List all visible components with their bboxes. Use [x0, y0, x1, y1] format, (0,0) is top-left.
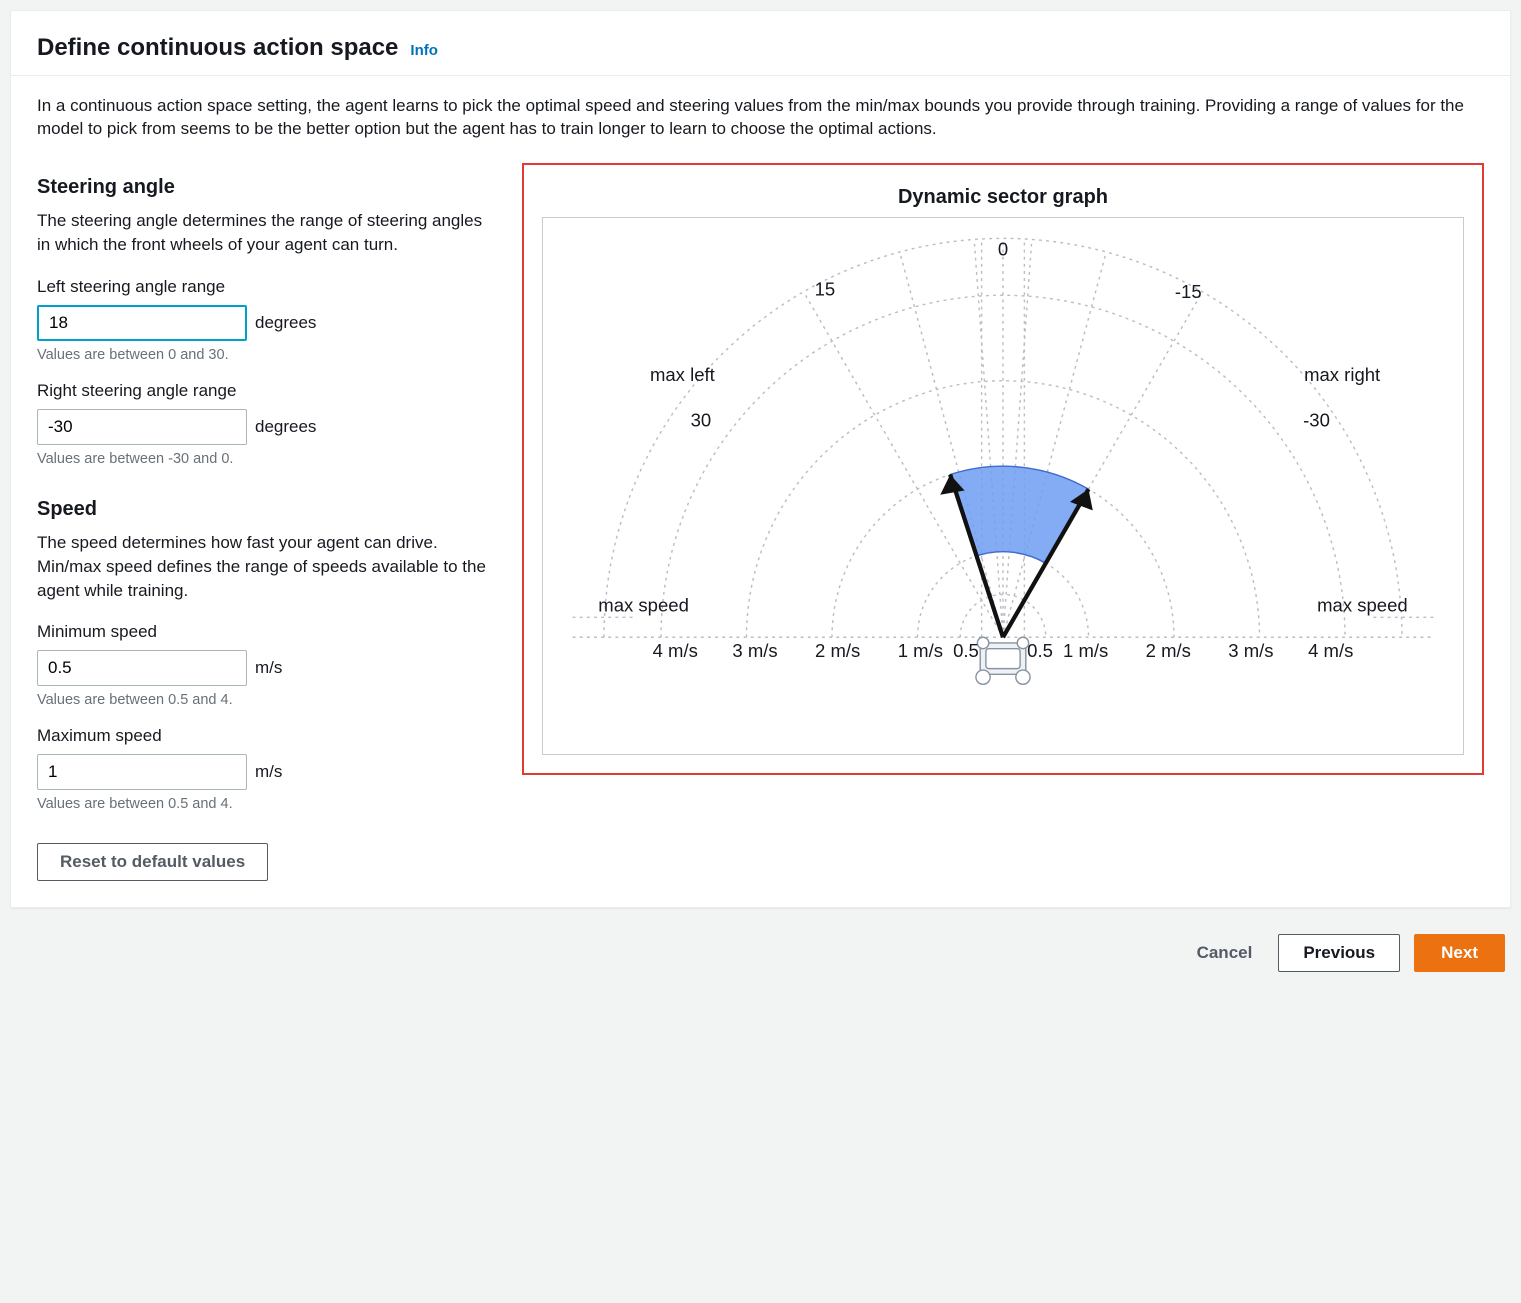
label-max-speed-r: max speed	[1317, 595, 1408, 616]
right-steering-hint: Values are between -30 and 0.	[37, 449, 492, 469]
tick-4r: 4 m/s	[1308, 640, 1353, 661]
previous-button[interactable]: Previous	[1278, 934, 1400, 972]
tick-3l: 3 m/s	[732, 640, 777, 661]
sector-graph-frame: Dynamic sector graph	[522, 163, 1484, 775]
steering-heading: Steering angle	[37, 173, 492, 201]
right-steering-input[interactable]	[37, 409, 247, 445]
info-link[interactable]: Info	[410, 40, 438, 61]
tick-m30: -30	[1303, 410, 1330, 431]
right-steering-label: Right steering angle range	[37, 379, 492, 403]
min-speed-input[interactable]	[37, 650, 247, 686]
tick-1l: 1 m/s	[898, 640, 943, 661]
tick-4l: 4 m/s	[653, 640, 698, 661]
max-speed-unit: m/s	[255, 760, 282, 784]
sector-fill	[950, 466, 1088, 563]
min-speed-hint: Values are between 0.5 and 4.	[37, 690, 492, 710]
sector-graph-svg: 0 15 -15 30 -30 max left max right max s…	[547, 224, 1459, 737]
left-steering-label: Left steering angle range	[37, 275, 492, 299]
tick-15: 15	[815, 278, 836, 299]
steering-description: The steering angle determines the range …	[37, 209, 492, 257]
tick-30: 30	[691, 410, 712, 431]
intro-text: In a continuous action space setting, th…	[37, 94, 1484, 142]
next-button[interactable]: Next	[1414, 934, 1505, 972]
sector-graph-title: Dynamic sector graph	[542, 183, 1464, 211]
sector-graph: 0 15 -15 30 -30 max left max right max s…	[542, 217, 1464, 755]
wizard-footer: Cancel Previous Next	[10, 930, 1511, 972]
tick-05l: 0.5	[953, 640, 979, 661]
tick-m15: -15	[1175, 281, 1202, 302]
left-steering-unit: degrees	[255, 311, 316, 335]
speed-heading: Speed	[37, 495, 492, 523]
tick-2r: 2 m/s	[1146, 640, 1191, 661]
right-steering-unit: degrees	[255, 415, 316, 439]
max-speed-label: Maximum speed	[37, 724, 492, 748]
label-max-speed-l: max speed	[598, 595, 689, 616]
label-max-right: max right	[1304, 364, 1381, 385]
car-icon	[976, 637, 1030, 684]
panel-header: Define continuous action space Info	[11, 11, 1510, 76]
max-speed-hint: Values are between 0.5 and 4.	[37, 794, 492, 814]
left-steering-hint: Values are between 0 and 30.	[37, 345, 492, 365]
min-speed-unit: m/s	[255, 656, 282, 680]
speed-description: The speed determines how fast your agent…	[37, 531, 492, 602]
tick-3r: 3 m/s	[1228, 640, 1273, 661]
cancel-button[interactable]: Cancel	[1185, 935, 1265, 971]
page-title: Define continuous action space	[37, 31, 398, 65]
panel-body: In a continuous action space setting, th…	[11, 76, 1510, 907]
max-speed-input[interactable]	[37, 754, 247, 790]
tick-05r: 0.5	[1027, 640, 1053, 661]
reset-button[interactable]: Reset to default values	[37, 843, 268, 881]
tick-1r: 1 m/s	[1063, 640, 1108, 661]
min-speed-label: Minimum speed	[37, 620, 492, 644]
tick-0: 0	[998, 239, 1008, 260]
label-max-left: max left	[650, 364, 716, 385]
left-steering-input[interactable]	[37, 305, 247, 341]
tick-2l: 2 m/s	[815, 640, 860, 661]
action-space-panel: Define continuous action space Info In a…	[10, 10, 1511, 908]
